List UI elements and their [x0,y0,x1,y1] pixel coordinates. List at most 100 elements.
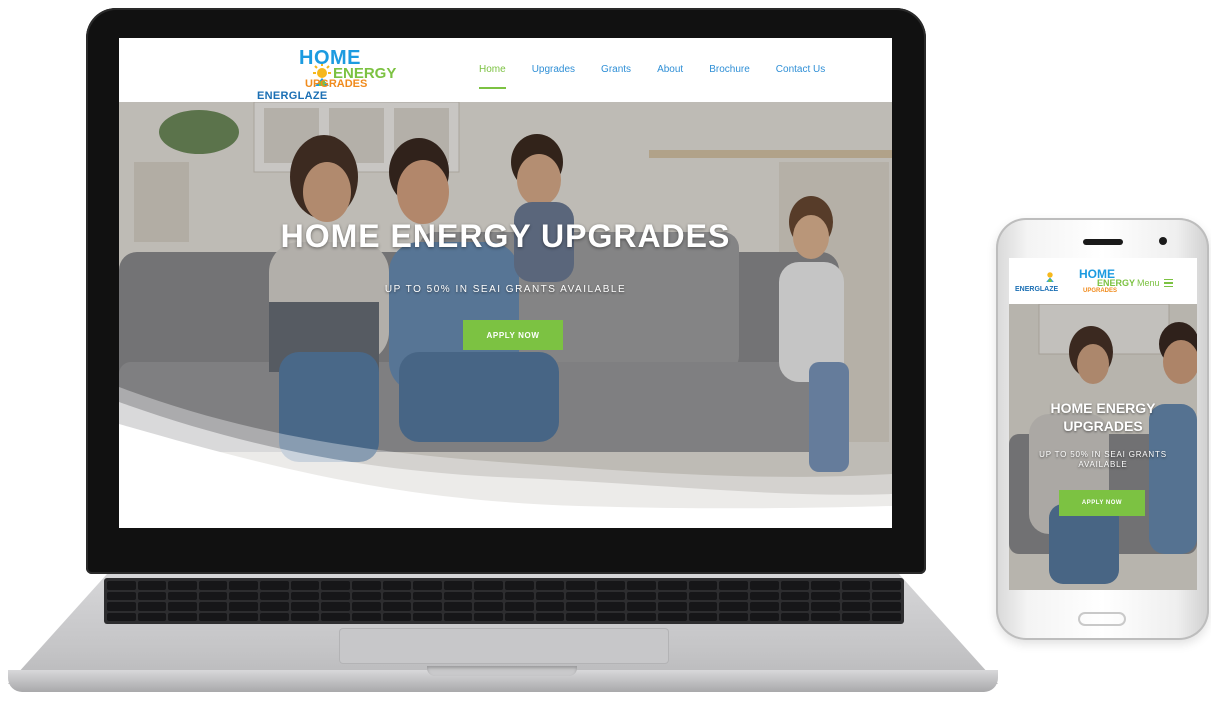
keyboard-key [872,612,901,621]
hero-title: HOME ENERGY UPGRADES [280,218,731,254]
mobile-site-header: ENERGLAZE HOME ENERGY UPGRADES Menu [1009,258,1197,304]
keyboard-key [566,612,595,621]
keyboard-key [749,612,779,621]
keyboard-key [443,581,473,590]
phone-screen: ENERGLAZE HOME ENERGY UPGRADES Menu HOME… [1009,258,1197,590]
keyboard-key [382,602,412,611]
hamburger-icon [1163,278,1173,288]
site-header: ENERGLAZE HOME ENERGY UPGRADES Home Upgr… [119,38,892,102]
keyboard-key [351,602,381,611]
nav-item-home[interactable]: Home [479,64,506,89]
keyboard-key [260,591,289,600]
apply-now-button[interactable]: APPLY NOW [463,320,563,350]
keyboard-key [719,612,748,621]
mobile-apply-now-button[interactable]: APPLY NOW [1059,490,1145,516]
keyboard-key [229,581,259,590]
keyboard-key [872,591,901,600]
phone-home-button[interactable] [1078,612,1126,626]
keyboard-key [260,612,289,621]
keyboard-key [443,591,473,600]
keyboard-key [627,581,657,590]
nav-item-grants[interactable]: Grants [601,64,631,75]
keyboard-key [168,581,197,590]
keyboard-key [260,581,289,590]
keyboard-key [505,591,534,600]
keyboard-key [749,581,779,590]
keyboard-key [168,612,197,621]
keyboard-key [658,612,687,621]
keyboard-key [107,581,136,590]
keyboard-key [872,602,901,611]
keyboard-key [719,602,748,611]
keyboard-key [198,591,228,600]
keyboard-key [596,612,626,621]
keyboard-key [811,591,840,600]
hero-subtitle: UP TO 50% IN SEAI GRANTS AVAILABLE [384,284,627,295]
laptop-screen: ENERGLAZE HOME ENERGY UPGRADES Home Upgr… [119,38,892,528]
keyboard-key [658,602,687,611]
nav-item-contact-us[interactable]: Contact Us [776,64,825,75]
energlaze-logo[interactable]: ENERGLAZE [187,52,331,102]
phone-speaker [1083,239,1123,245]
laptop-keyboard [104,578,904,624]
keyboard-key [688,591,718,600]
keyboard-key [658,581,687,590]
keyboard-key [596,602,626,611]
keyboard-key [137,591,167,600]
keyboard-key [811,581,840,590]
keyboard-key [351,591,381,600]
keyboard-key [382,612,412,621]
keyboard-key [780,612,810,621]
keyboard-key [382,581,412,590]
keyboard-key [290,612,320,621]
mobile-hero-section: HOME ENERGY UPGRADES UP TO 50% IN SEAI G… [1009,304,1197,590]
keyboard-key [137,602,167,611]
home-energy-upgrades-logo[interactable]: HOME ENERGY UPGRADES [299,48,396,90]
device-mockup-stage: ENERGLAZE HOME ENERGY UPGRADES Home Upgr… [0,0,1211,720]
keyboard-key [749,591,779,600]
laptop-trackpad [339,628,669,664]
keyboard-key [413,591,442,600]
keyboard-key [535,581,565,590]
keyboard-key [841,591,871,600]
phone-camera [1159,237,1167,245]
keyboard-key [596,581,626,590]
keyboard-key [413,602,442,611]
keyboard-key [841,602,871,611]
keyboard-key [719,591,748,600]
keyboard-key [535,591,565,600]
keyboard-key [719,581,748,590]
keyboard-key [780,581,810,590]
keyboard-key [566,581,595,590]
keyboard-key [505,602,534,611]
mobile-menu-button[interactable]: Menu [1137,278,1173,288]
keyboard-key [107,612,136,621]
nav-item-about[interactable]: About [657,64,683,75]
hero-family-photo [119,102,892,528]
energlaze-wordmark: ENERGLAZE [257,90,328,102]
keyboard-key [811,602,840,611]
keyboard-key [658,591,687,600]
keyboard-key [688,612,718,621]
keyboard-key [382,591,412,600]
sun-house-icon [1046,272,1054,282]
keyboard-key [168,602,197,611]
mobile-home-energy-upgrades-logo[interactable]: HOME ENERGY UPGRADES [1079,268,1135,294]
keyboard-key [260,602,289,611]
keyboard-key [780,602,810,611]
keyboard-key [168,591,197,600]
keyboard-key [566,602,595,611]
keyboard-key [229,602,259,611]
keyboard-key [505,581,534,590]
keyboard-key [290,602,320,611]
mobile-logo-line-upgrades: UPGRADES [1083,288,1118,294]
nav-item-brochure[interactable]: Brochure [709,64,750,75]
mobile-hero-family-photo [1009,304,1197,590]
keyboard-key [198,602,228,611]
keyboard-key [841,581,871,590]
nav-item-upgrades[interactable]: Upgrades [532,64,575,75]
keyboard-key [137,612,167,621]
keyboard-key [321,591,350,600]
mobile-energlaze-wordmark[interactable]: ENERGLAZE [1015,286,1058,293]
keyboard-key [872,581,901,590]
